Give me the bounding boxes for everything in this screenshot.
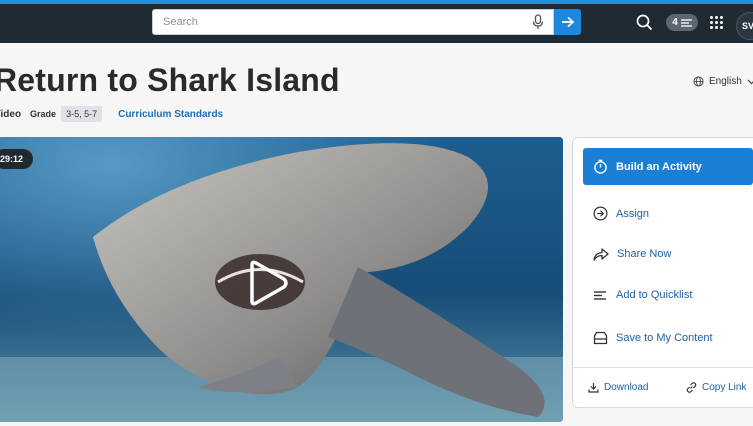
actions-panel: Build an Activity Assign Share Now Add t… — [572, 137, 753, 408]
share-arrow-icon — [593, 248, 609, 261]
language-selector[interactable]: English — [693, 76, 753, 87]
add-to-quicklist-label: Add to Quicklist — [616, 289, 693, 301]
save-to-my-content-button[interactable]: Save to My Content — [593, 331, 713, 345]
arrow-right-icon — [561, 16, 574, 28]
link-icon — [686, 382, 697, 393]
page-title: Return to Shark Island — [0, 62, 340, 98]
build-activity-label: Build an Activity — [616, 160, 702, 173]
video-duration-badge: 29:12 — [0, 149, 34, 169]
save-to-my-content-label: Save to My Content — [616, 332, 713, 344]
add-to-quicklist-button[interactable]: Add to Quicklist — [593, 289, 692, 301]
share-now-button[interactable]: Share Now — [593, 247, 671, 261]
search-input[interactable] — [153, 10, 523, 34]
arrow-circle-right-icon — [593, 206, 608, 221]
tray-icon — [593, 331, 608, 345]
media-type-label: Video — [0, 108, 22, 120]
assign-label: Assign — [616, 207, 650, 220]
globe-icon — [693, 76, 704, 87]
apps-grid-icon[interactable] — [710, 16, 723, 29]
language-label: English — [709, 76, 742, 87]
resource-meta: Video Grade 3-5, 5-7 Curriculum Standard… — [0, 106, 223, 122]
share-now-label: Share Now — [617, 248, 672, 260]
quicklist-button[interactable]: 4 — [666, 14, 698, 31]
user-avatar[interactable]: SV — [736, 12, 753, 40]
list-icon — [680, 18, 692, 27]
microphone-icon[interactable] — [531, 14, 545, 30]
stopwatch-icon — [594, 159, 607, 174]
search-submit-button[interactable] — [554, 9, 581, 35]
grade-label: Grade — [30, 109, 57, 119]
grade-badge: 3-5, 5-7 — [61, 106, 103, 122]
panel-divider — [573, 367, 753, 368]
download-label: Download — [604, 382, 649, 393]
download-icon — [588, 383, 599, 393]
search-box — [152, 9, 554, 35]
assign-button[interactable]: Assign — [593, 206, 649, 221]
search-icon[interactable] — [636, 14, 653, 31]
play-icon[interactable] — [242, 259, 290, 307]
quicklist-count: 4 — [672, 17, 678, 28]
curriculum-standards-link[interactable]: Curriculum Standards — [118, 109, 223, 120]
copy-link-button[interactable]: Copy Link — [686, 382, 746, 393]
video-player[interactable]: 29:12 — [0, 137, 563, 422]
list-add-icon — [594, 291, 606, 300]
download-button[interactable]: Download — [588, 382, 648, 393]
chevron-down-icon — [747, 79, 753, 84]
build-activity-button[interactable]: Build an Activity — [583, 148, 753, 185]
copy-link-label: Copy Link — [702, 382, 747, 393]
top-navigation-bar: 4 SV — [0, 4, 753, 43]
